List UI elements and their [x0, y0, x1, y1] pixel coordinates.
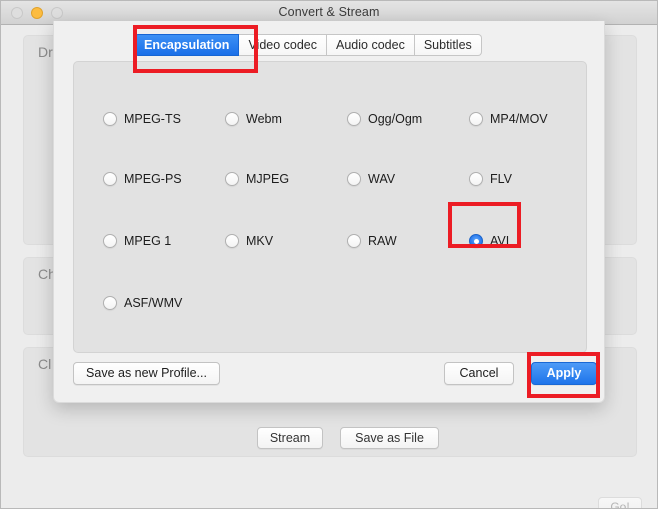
tab-subtitles[interactable]: Subtitles [414, 34, 482, 56]
encapsulation-panel: MPEG-TS Webm Ogg/Ogm MP4/MOV MPEG-PS MJPEG WAV… [73, 61, 587, 353]
tab-audio-codec[interactable]: Audio codec [327, 34, 415, 56]
save-as-file-button[interactable]: Save as File [340, 427, 439, 449]
radio-button-icon[interactable] [347, 112, 361, 126]
radio-option-label: MPEG-TS [124, 112, 181, 126]
radio-option-label: ASF/WMV [124, 296, 183, 310]
background-panel-label: Cl [38, 356, 52, 372]
radio-button-icon[interactable] [469, 234, 483, 248]
radio-option-flv[interactable]: FLV [469, 172, 512, 186]
radio-button-icon[interactable] [225, 112, 239, 126]
radio-option-mpeg-ts[interactable]: MPEG-TS [103, 112, 181, 126]
radio-button-icon[interactable] [347, 172, 361, 186]
radio-button-icon[interactable] [103, 172, 117, 186]
radio-option-wav[interactable]: WAV [347, 172, 395, 186]
convert-stream-sheet: Encapsulation Video codec Audio codec Subti… [53, 21, 605, 403]
radio-option-label: MP4/MOV [490, 112, 548, 126]
apply-button[interactable]: Apply [531, 362, 597, 385]
encapsulation-radio-group: MPEG-TS Webm Ogg/Ogm MP4/MOV MPEG-PS MJPEG WAV… [74, 62, 586, 352]
stream-button[interactable]: Stream [257, 427, 323, 449]
radio-button-icon[interactable] [469, 112, 483, 126]
radio-button-icon[interactable] [103, 234, 117, 248]
radio-button-icon[interactable] [103, 112, 117, 126]
radio-option-mjpeg[interactable]: MJPEG [225, 172, 289, 186]
background-panel-label: Dr [38, 44, 53, 60]
radio-button-icon[interactable] [469, 172, 483, 186]
go-button[interactable]: Go! [598, 497, 642, 508]
radio-option-ogg-ogm[interactable]: Ogg/Ogm [347, 112, 422, 126]
radio-button-icon[interactable] [347, 234, 361, 248]
radio-option-label: MJPEG [246, 172, 290, 186]
radio-option-mpeg-1[interactable]: MPEG 1 [103, 234, 171, 248]
tab-video-codec[interactable]: Video codec [239, 34, 328, 56]
radio-option-label: RAW [368, 234, 397, 248]
radio-option-label: WAV [368, 172, 396, 186]
tab-bar: Encapsulation Video codec Audio codec Subti… [134, 34, 482, 56]
radio-option-label: MPEG-PS [124, 172, 182, 186]
radio-option-avi[interactable]: AVI [469, 234, 509, 248]
radio-option-label: AVI [490, 234, 510, 248]
radio-button-icon[interactable] [103, 296, 117, 310]
radio-option-raw[interactable]: RAW [347, 234, 397, 248]
tab-encapsulation[interactable]: Encapsulation [134, 34, 240, 56]
radio-option-mkv[interactable]: MKV [225, 234, 273, 248]
radio-button-icon[interactable] [225, 234, 239, 248]
cancel-button[interactable]: Cancel [444, 362, 514, 385]
save-as-new-profile-button[interactable]: Save as new Profile... [73, 362, 220, 385]
radio-option-label: Ogg/Ogm [368, 112, 423, 126]
radio-option-webm[interactable]: Webm [225, 112, 282, 126]
radio-option-label: MPEG 1 [124, 234, 172, 248]
radio-option-label: Webm [246, 112, 282, 126]
radio-option-label: FLV [490, 172, 512, 186]
screenshot-root: Convert & Stream Dr Ch Cl Stream Save as… [0, 0, 658, 509]
radio-option-mpeg-ps[interactable]: MPEG-PS [103, 172, 182, 186]
radio-option-mp4-mov[interactable]: MP4/MOV [469, 112, 548, 126]
radio-option-asf-wmv[interactable]: ASF/WMV [103, 296, 182, 310]
radio-button-icon[interactable] [225, 172, 239, 186]
radio-option-label: MKV [246, 234, 274, 248]
